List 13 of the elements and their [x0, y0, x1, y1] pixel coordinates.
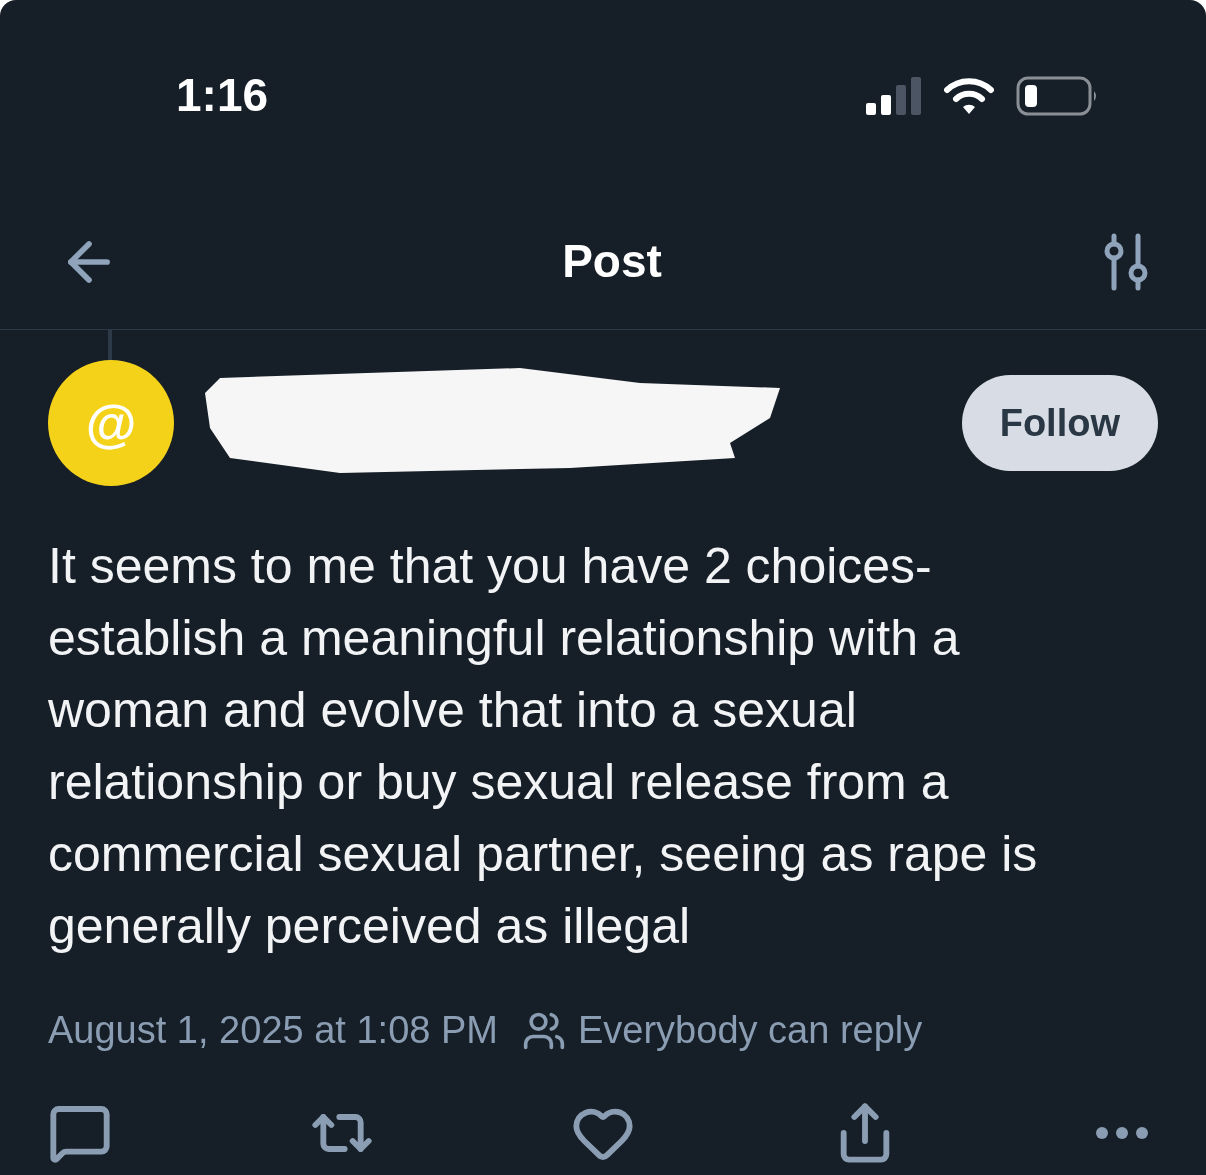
signal-icon: [866, 77, 922, 115]
page-title: Post: [562, 234, 662, 289]
more-button[interactable]: [1094, 1125, 1150, 1141]
wifi-icon: [944, 77, 994, 115]
follow-button[interactable]: Follow: [961, 375, 1158, 471]
filter-button[interactable]: [1104, 232, 1148, 291]
sliders-icon: [1104, 232, 1148, 291]
post-timestamp: August 1, 2025 at 1:08 PM: [48, 1008, 498, 1053]
reply-setting[interactable]: Everybody can reply: [578, 1002, 923, 1059]
status-time: 1:16: [176, 72, 269, 118]
more-icon: [1094, 1125, 1150, 1141]
battery-icon: [1016, 76, 1098, 116]
post-text: It seems to me that you have 2 choices- establish a meaningful relationship with a woman and evolve that into a sexual relationship or buy sexual release from a commercial sexual partner, seeing as rape is generally perceived as illegal: [48, 537, 1039, 956]
